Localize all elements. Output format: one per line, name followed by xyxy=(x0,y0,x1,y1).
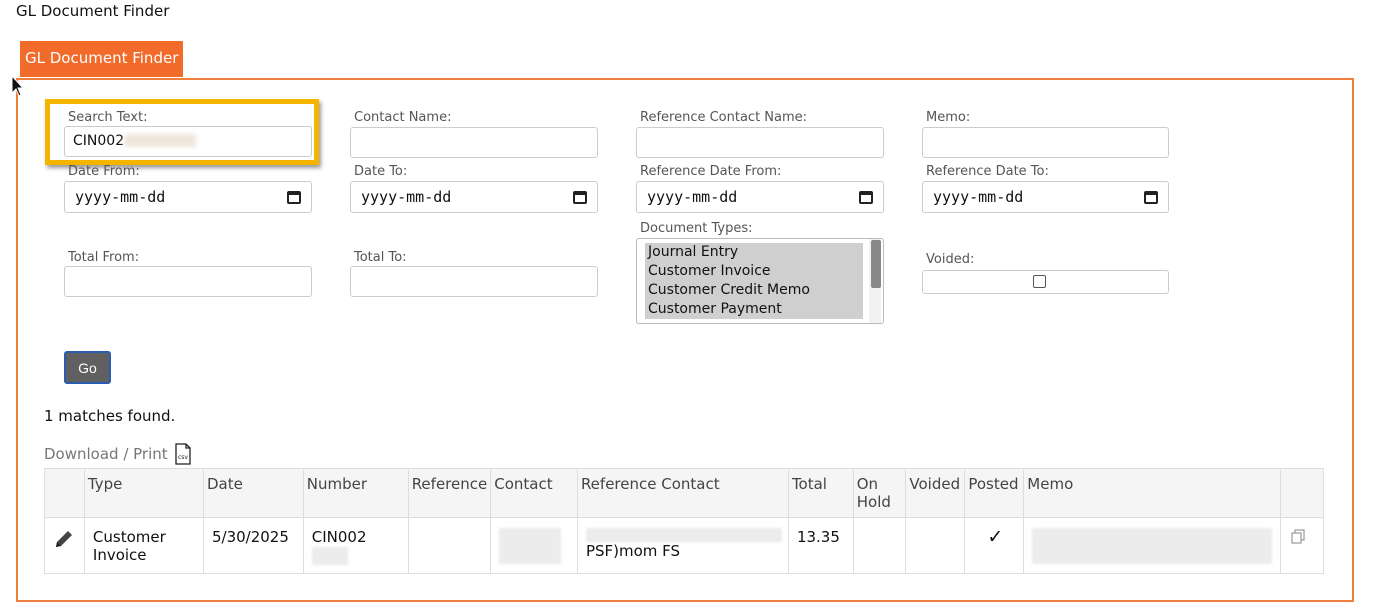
edit-cell xyxy=(44,517,85,574)
csv-file-icon[interactable]: csv xyxy=(174,443,192,465)
svg-text:csv: csv xyxy=(178,454,188,461)
column-header-contact[interactable]: Contact xyxy=(490,468,578,518)
reference-date-from-label: Reference Date From: xyxy=(640,164,782,179)
reference-date-to-label: Reference Date To: xyxy=(926,164,1049,179)
row-date: 5/30/2025 xyxy=(202,517,304,574)
total-from-input[interactable] xyxy=(64,266,312,297)
redacted-contact xyxy=(499,528,562,564)
calendar-icon[interactable] xyxy=(1144,190,1158,204)
column-header-on-hold[interactable]: On Hold xyxy=(852,468,907,518)
calendar-icon[interactable] xyxy=(573,190,587,204)
reference-date-to-placeholder: yyyy-mm-dd xyxy=(933,188,1024,206)
pencil-icon[interactable] xyxy=(53,528,75,550)
date-to-placeholder: yyyy-mm-dd xyxy=(361,188,452,206)
go-button[interactable]: Go xyxy=(64,351,111,384)
row-reference xyxy=(407,517,492,574)
reference-contact-name-input[interactable] xyxy=(636,127,884,158)
page-title: GL Document Finder xyxy=(16,2,170,20)
row-total: 13.35 xyxy=(787,517,854,574)
total-to-label: Total To: xyxy=(354,250,407,265)
row-reference-contact-cell: PSF)mom FS xyxy=(576,517,789,574)
download-print-label: Download / Print xyxy=(44,445,168,463)
document-types-listbox[interactable]: Journal Entry Customer Invoice Customer … xyxy=(636,238,884,324)
row-number: CIN002 xyxy=(311,528,367,546)
tab-gl-document-finder[interactable]: GL Document Finder xyxy=(20,41,184,77)
mouse-cursor-icon xyxy=(11,75,25,97)
reference-date-from-input[interactable]: yyyy-mm-dd xyxy=(636,181,884,213)
table-header-row: Type Date Number Reference Contact Refer… xyxy=(44,468,1324,518)
column-header-reference-contact[interactable]: Reference Contact xyxy=(576,468,789,518)
total-to-input[interactable] xyxy=(350,266,598,297)
column-header-posted[interactable]: Posted xyxy=(964,468,1025,518)
total-from-label: Total From: xyxy=(68,250,140,265)
row-type: Customer Invoice xyxy=(83,517,204,574)
column-header-reference[interactable]: Reference xyxy=(407,468,492,518)
search-text-value: CIN002 xyxy=(73,133,125,149)
calendar-icon[interactable] xyxy=(859,190,873,204)
voided-checkbox[interactable] xyxy=(1033,275,1046,288)
edit-column-header xyxy=(44,468,85,518)
column-header-voided[interactable]: Voided xyxy=(905,468,966,518)
calendar-icon[interactable] xyxy=(287,190,301,204)
column-header-number[interactable]: Number xyxy=(302,468,409,518)
memo-input[interactable] xyxy=(922,127,1169,158)
copy-column-header xyxy=(1280,468,1324,518)
listbox-scrollbar-thumb[interactable] xyxy=(871,240,881,288)
redacted-memo xyxy=(1032,528,1273,564)
contact-name-input[interactable] xyxy=(350,127,598,158)
date-from-placeholder: yyyy-mm-dd xyxy=(75,188,166,206)
document-type-option[interactable]: Customer Payment xyxy=(645,300,863,319)
date-from-label: Date From: xyxy=(68,164,140,179)
column-header-type[interactable]: Type xyxy=(83,468,204,518)
voided-field xyxy=(922,270,1169,294)
posted-check-icon: ✓ xyxy=(964,517,1025,574)
download-print-link[interactable]: Download / Print csv xyxy=(44,443,192,465)
row-contact-cell xyxy=(490,517,578,574)
redacted-search-suffix xyxy=(124,134,196,147)
column-header-memo[interactable]: Memo xyxy=(1023,468,1282,518)
document-type-option[interactable]: Customer Credit Memo xyxy=(645,281,863,300)
row-voided xyxy=(905,517,966,574)
memo-label: Memo: xyxy=(926,110,971,125)
column-header-total[interactable]: Total xyxy=(787,468,854,518)
row-on-hold xyxy=(852,517,907,574)
column-header-date[interactable]: Date xyxy=(202,468,304,518)
copy-icon[interactable] xyxy=(1289,528,1307,546)
row-memo-cell xyxy=(1023,517,1282,574)
date-to-input[interactable]: yyyy-mm-dd xyxy=(350,181,598,213)
reference-date-from-placeholder: yyyy-mm-dd xyxy=(647,188,738,206)
date-from-input[interactable]: yyyy-mm-dd xyxy=(64,181,312,213)
table-row: Customer Invoice 5/30/2025 CIN002 PSF)mo… xyxy=(44,517,1324,574)
matches-count: 1 matches found. xyxy=(44,407,176,425)
reference-date-to-input[interactable]: yyyy-mm-dd xyxy=(922,181,1169,213)
results-table: Type Date Number Reference Contact Refer… xyxy=(44,468,1324,574)
row-number-cell: CIN002 xyxy=(302,517,409,574)
search-text-label: Search Text: xyxy=(68,110,148,125)
reference-contact-name-label: Reference Contact Name: xyxy=(640,110,808,125)
voided-label: Voided: xyxy=(926,252,975,267)
redacted-reference-contact xyxy=(585,528,782,542)
copy-cell xyxy=(1280,517,1324,574)
contact-name-label: Contact Name: xyxy=(354,110,452,125)
date-to-label: Date To: xyxy=(354,164,408,179)
document-type-option[interactable]: Customer Invoice xyxy=(645,262,863,281)
document-types-label: Document Types: xyxy=(640,221,753,236)
row-reference-contact: PSF)mom FS xyxy=(585,542,681,560)
redacted-number xyxy=(311,546,348,565)
document-type-option[interactable]: Journal Entry xyxy=(645,243,863,262)
